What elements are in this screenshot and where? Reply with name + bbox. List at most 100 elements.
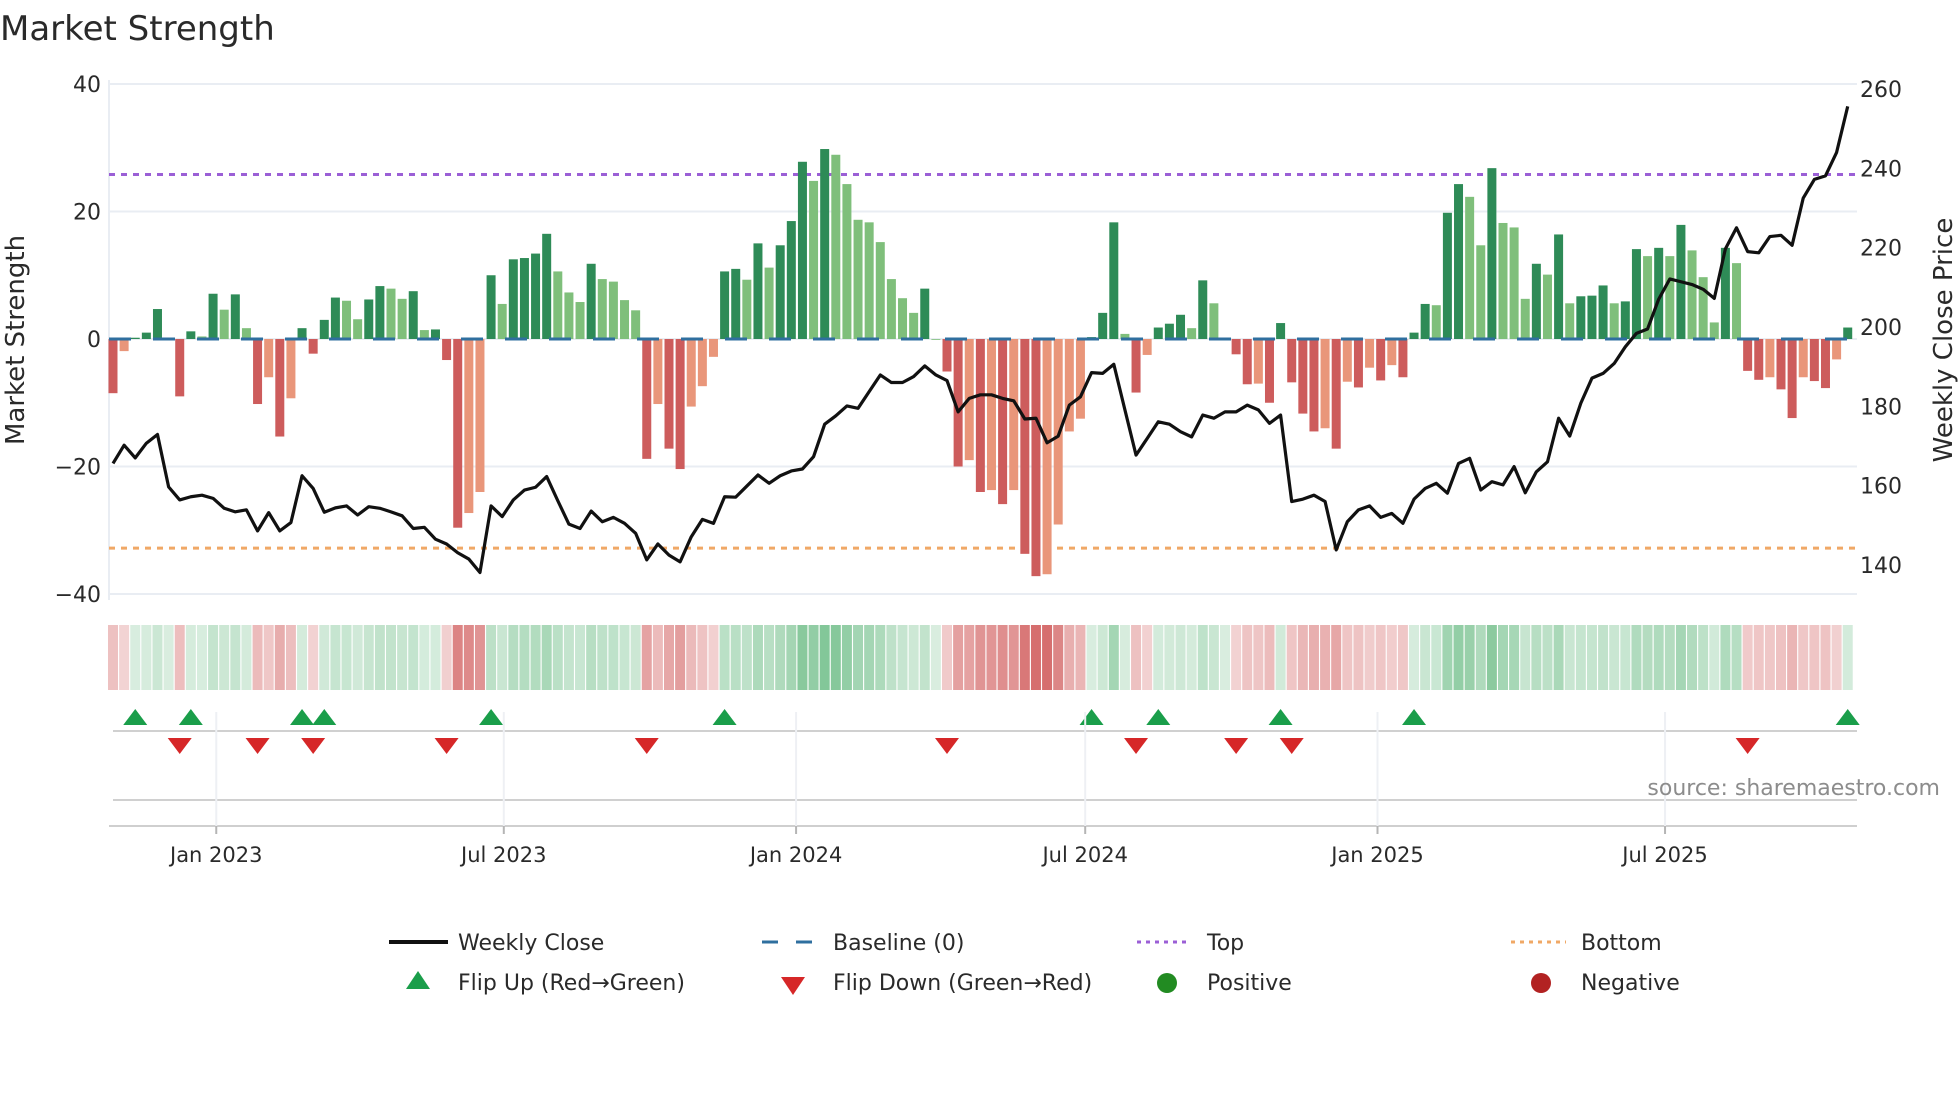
heat-cell <box>563 625 574 690</box>
heat-cell <box>953 625 964 690</box>
legend-item-negative[interactable]: Negative <box>1531 971 1680 996</box>
strength-bar <box>1098 312 1108 339</box>
heat-cell <box>1598 625 1609 690</box>
heat-cell <box>741 625 752 690</box>
strength-bar <box>1398 339 1408 378</box>
heat-cell <box>1475 625 1486 690</box>
heat-cell <box>1531 625 1542 690</box>
strength-bar <box>775 245 785 339</box>
legend-item-positive[interactable]: Positive <box>1157 971 1292 996</box>
legend-item-flip-down[interactable]: Flip Down (Green→Red) <box>781 971 1092 996</box>
strength-bar <box>1476 245 1486 339</box>
market-strength-chart: Market Strength 40200−20−40 260240220200… <box>0 9 1959 996</box>
flip-down-marker <box>1279 738 1304 754</box>
strength-bar <box>753 243 763 339</box>
strength-bar <box>230 294 240 339</box>
heat-cell <box>1131 625 1142 690</box>
legend-label: Top <box>1206 931 1244 956</box>
strength-bar <box>508 259 518 339</box>
heat-cell <box>1119 625 1130 690</box>
heat-cell <box>230 625 241 690</box>
strength-bar <box>1576 296 1586 339</box>
heat-cell <box>1042 625 1053 690</box>
left-tick-label: 20 <box>73 201 101 226</box>
strength-bar <box>720 271 730 339</box>
strength-bar <box>397 298 407 339</box>
heat-cell <box>1842 625 1853 690</box>
strength-bar <box>152 309 162 339</box>
strength-bars <box>108 149 1853 577</box>
heat-cell <box>152 625 163 690</box>
strength-bar <box>1754 339 1764 380</box>
flip-up-marker <box>1402 709 1427 725</box>
heat-cell <box>1698 625 1709 690</box>
legend-item-baseline[interactable]: Baseline (0) <box>762 931 964 956</box>
flip-down-marker <box>1224 738 1249 754</box>
strength-bar <box>186 331 196 339</box>
triangle-up-icon <box>406 971 430 989</box>
left-tick-label: 0 <box>87 328 101 353</box>
heat-cell <box>1253 625 1264 690</box>
heat-cell <box>775 625 786 690</box>
heat-cell <box>374 625 385 690</box>
heat-cell <box>208 625 219 690</box>
heat-cell <box>808 625 819 690</box>
flip-up-marker <box>1079 709 1104 725</box>
strength-bar <box>1231 339 1241 355</box>
strength-bar <box>1809 339 1819 382</box>
heat-cell <box>1787 625 1798 690</box>
strength-bar <box>608 281 618 339</box>
strength-bar <box>1732 263 1742 339</box>
strength-bar <box>1531 263 1541 339</box>
heat-cell <box>274 625 285 690</box>
strength-bar <box>886 279 896 339</box>
flip-down-marker <box>935 738 959 754</box>
heat-cell <box>419 625 430 690</box>
strength-bar <box>553 271 563 339</box>
legend-item-bottom[interactable]: Bottom <box>1511 931 1662 956</box>
strength-bar <box>1743 339 1753 371</box>
heat-cell <box>686 625 697 690</box>
strength-bar <box>831 154 841 339</box>
strength-bar <box>708 339 718 357</box>
strength-bar <box>286 339 296 399</box>
heat-cell <box>508 625 519 690</box>
flip-up-marker <box>712 709 737 725</box>
strength-bar <box>175 339 185 397</box>
heat-cell <box>352 625 363 690</box>
heat-cell <box>1764 625 1775 690</box>
x-axis-ticks: Jan 2023 Jul 2023 Jan 2024 Jul 2024 Jan 2025… <box>168 712 1708 867</box>
strength-bar <box>464 339 474 514</box>
strength-bar <box>1820 339 1830 389</box>
heat-cell <box>652 625 663 690</box>
strength-bar <box>1164 323 1174 339</box>
strength-bar <box>764 267 774 339</box>
heat-cell <box>641 625 652 690</box>
heat-cell <box>964 625 975 690</box>
legend-item-weekly-close[interactable]: Weekly Close <box>389 931 604 956</box>
flip-down-marker <box>1124 738 1149 754</box>
strength-bar <box>1687 250 1697 339</box>
strength-bar <box>975 339 985 492</box>
heat-cell <box>1175 625 1186 690</box>
heat-cell <box>297 625 308 690</box>
strength-bar <box>264 339 274 378</box>
strength-bar <box>1131 339 1141 393</box>
heat-cell <box>608 625 619 690</box>
strength-bar <box>1187 328 1197 339</box>
heat-cell <box>930 625 941 690</box>
strength-bar <box>253 339 263 405</box>
heat-cell <box>1631 625 1642 690</box>
heat-cell <box>1108 625 1119 690</box>
legend-item-top[interactable]: Top <box>1137 931 1244 956</box>
heat-cell <box>1164 625 1175 690</box>
strength-bar <box>1109 222 1119 339</box>
legend-item-flip-up[interactable]: Flip Up (Red→Green) <box>406 971 685 996</box>
heat-cell <box>1397 625 1408 690</box>
heat-cell <box>1030 625 1041 690</box>
strength-bar <box>786 221 796 339</box>
strength-bar <box>342 300 352 339</box>
heat-cell <box>1464 625 1475 690</box>
x-tick-label: Jul 2023 <box>459 843 546 867</box>
right-tick-label: 180 <box>1860 395 1902 420</box>
